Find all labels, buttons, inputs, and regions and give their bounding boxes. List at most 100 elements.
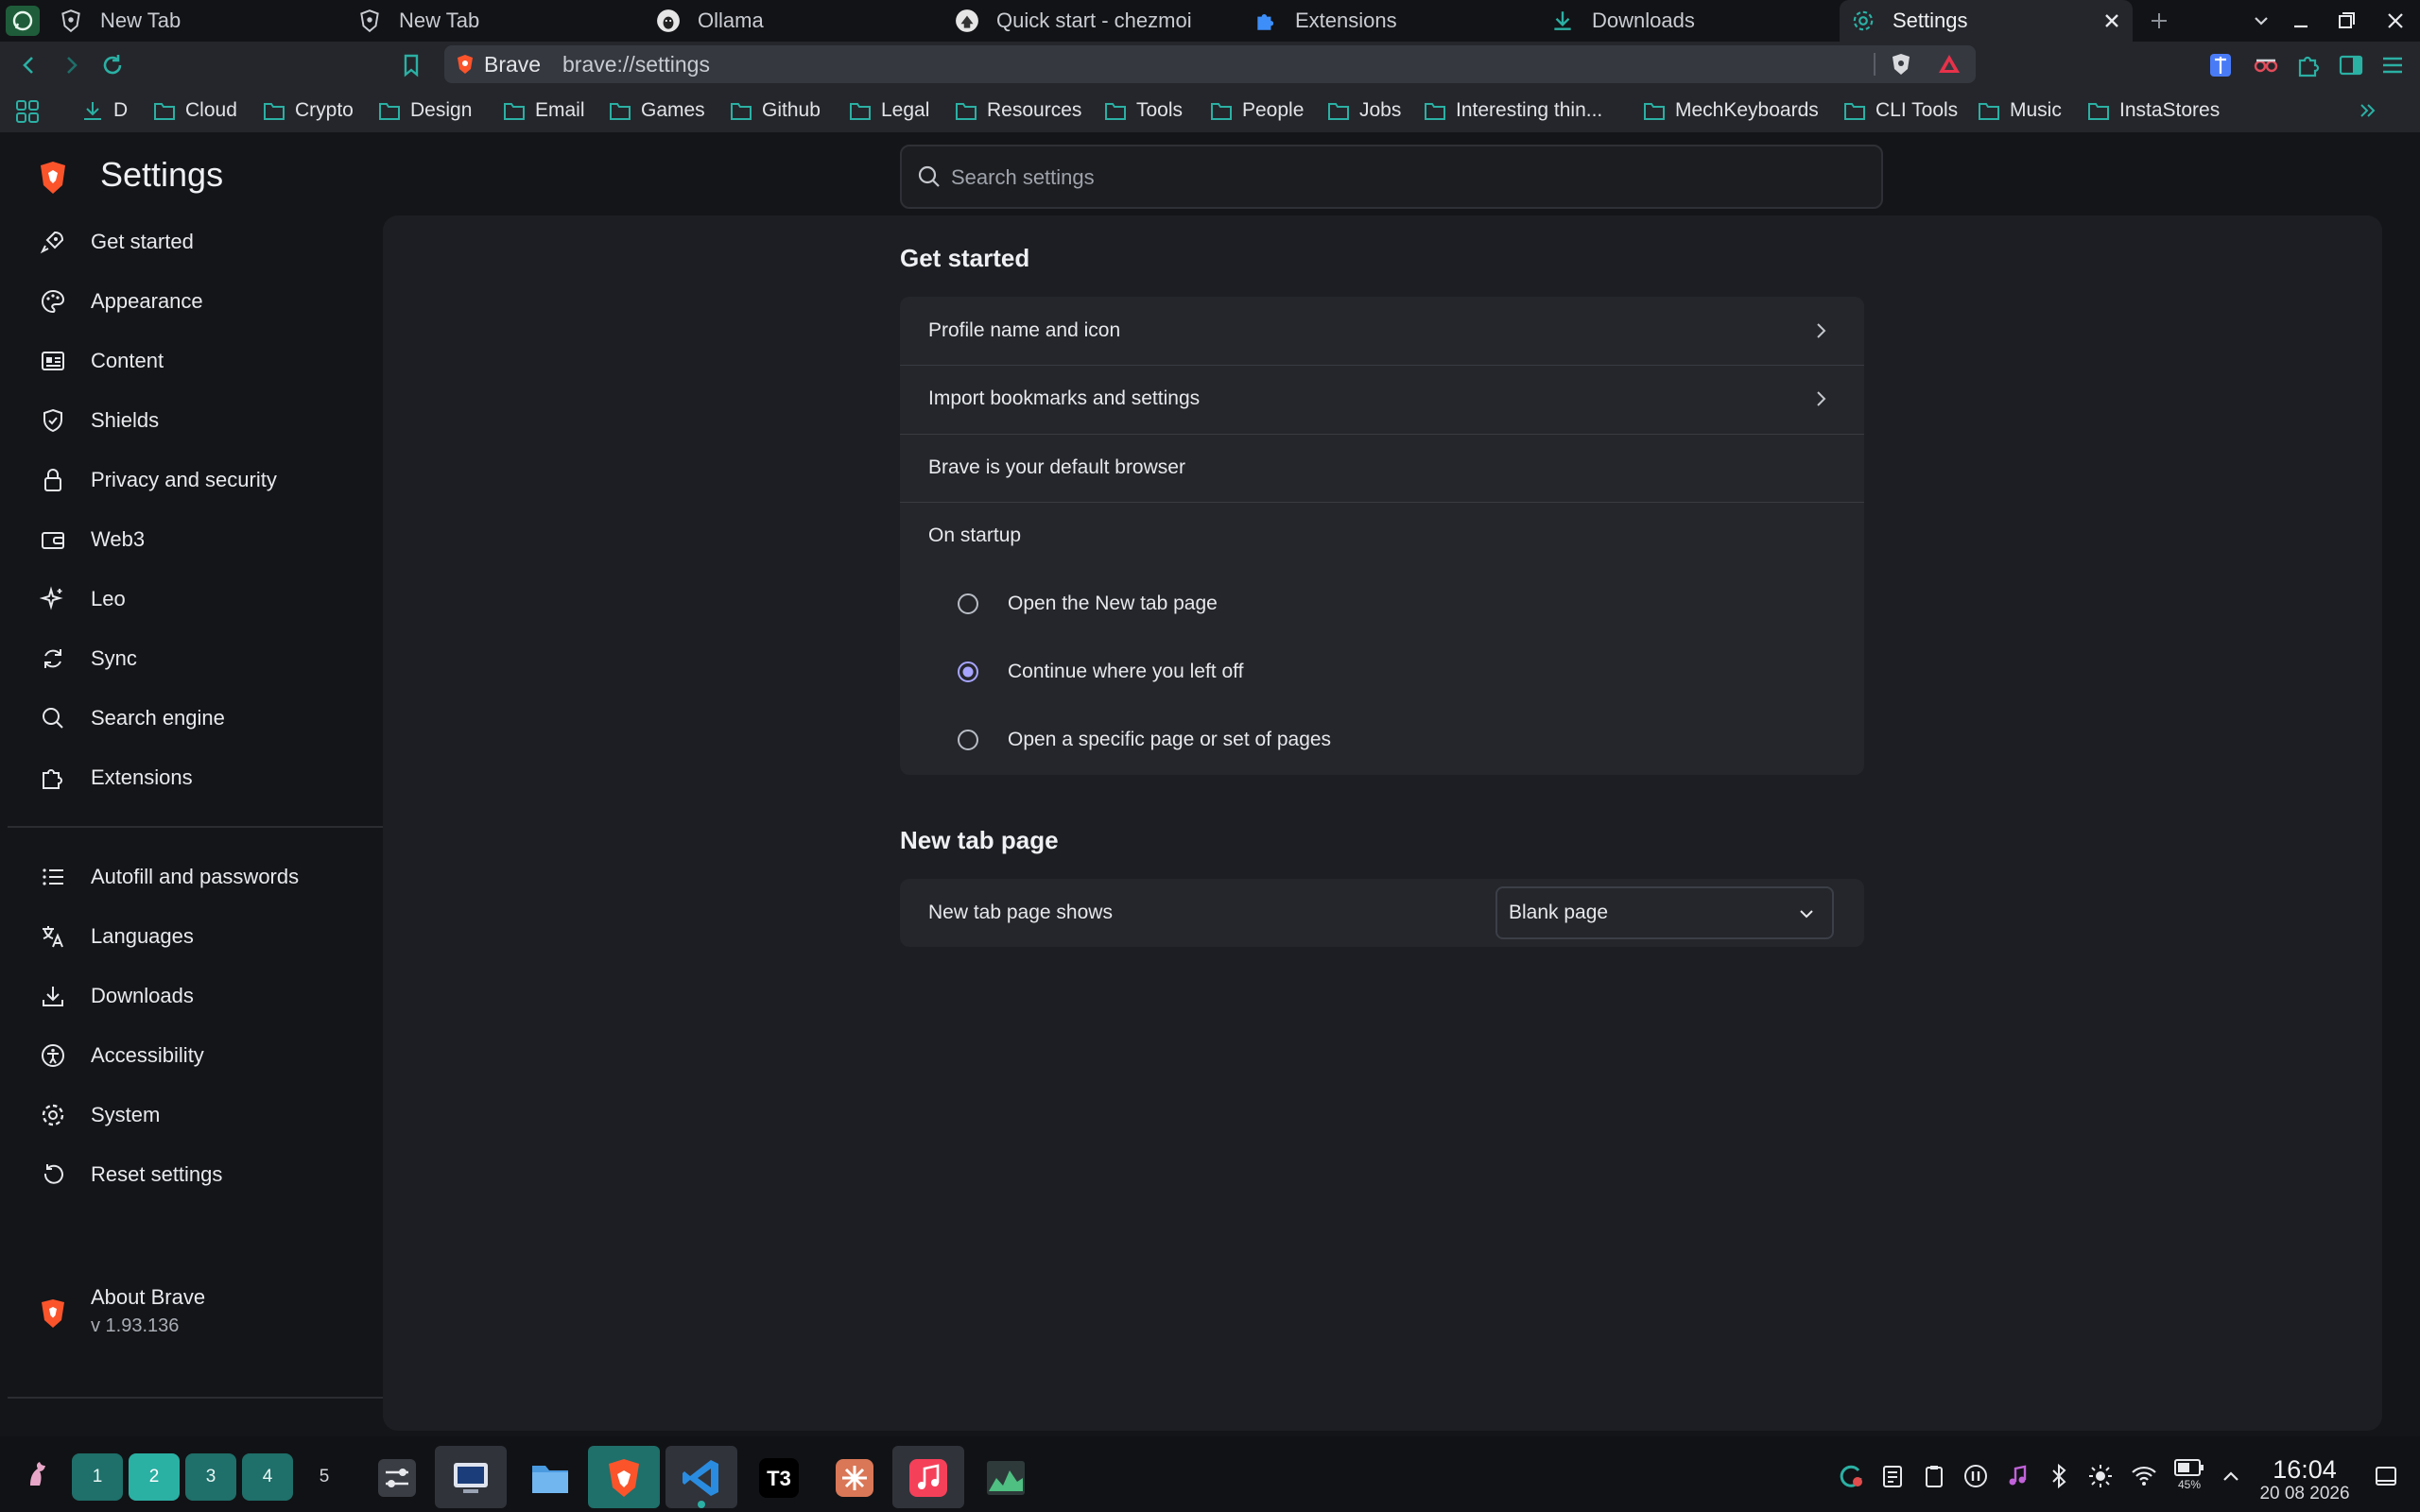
maximize-icon[interactable] bbox=[2333, 8, 2360, 34]
sidebar-item-appearance[interactable]: Appearance bbox=[0, 277, 383, 326]
bookmark-folder[interactable]: InstaStores bbox=[2087, 89, 2220, 132]
sidebar-toggle-icon[interactable] bbox=[2337, 51, 2365, 79]
apps-grid-icon[interactable] bbox=[15, 99, 40, 124]
search-input[interactable] bbox=[949, 146, 1860, 209]
new-tab-button[interactable] bbox=[2146, 8, 2172, 34]
bitwarden-icon[interactable] bbox=[2206, 51, 2235, 79]
tab-chezmoi[interactable]: Quick start - chezmoi bbox=[955, 0, 1238, 42]
tab-settings[interactable]: Settings bbox=[1840, 0, 2133, 42]
sidebar-item-autofill[interactable]: Autofill and passwords bbox=[0, 852, 383, 902]
tab-new-tab-1[interactable]: New Tab bbox=[59, 0, 342, 42]
radio-selected[interactable] bbox=[957, 661, 979, 683]
sidebar-item-get-started[interactable]: Get started bbox=[0, 217, 383, 266]
sidebar-item-downloads[interactable]: Downloads bbox=[0, 971, 383, 1021]
about-brave-link[interactable]: About Brave v 1.93.136 bbox=[0, 1281, 383, 1357]
whatsapp-icon[interactable] bbox=[6, 6, 40, 36]
bluetooth-icon[interactable] bbox=[2046, 1463, 2072, 1489]
menu-icon[interactable] bbox=[2378, 51, 2407, 79]
tab-extensions[interactable]: Extensions bbox=[1253, 0, 1537, 42]
sidebar-item-search-engine[interactable]: Search engine bbox=[0, 694, 383, 743]
sidebar-item-extensions[interactable]: Extensions bbox=[0, 753, 383, 802]
bookmark-folder[interactable]: Crypto bbox=[263, 89, 354, 132]
taskbar-app-brave[interactable] bbox=[588, 1446, 660, 1508]
startup-option-specific-pages[interactable]: Open a specific page or set of pages bbox=[900, 706, 1864, 774]
mask-extension-icon[interactable] bbox=[2252, 51, 2280, 79]
sidebar-item-content[interactable]: Content bbox=[0, 336, 383, 386]
sidebar-item-sync[interactable]: Sync bbox=[0, 634, 383, 683]
more-bookmarks-icon[interactable] bbox=[2358, 100, 2378, 121]
search-settings[interactable] bbox=[900, 145, 1883, 209]
window-close-icon[interactable] bbox=[2382, 8, 2409, 34]
reload-button[interactable] bbox=[98, 51, 127, 79]
tab-search-chevron-icon[interactable] bbox=[2248, 8, 2274, 34]
sidebar-item-accessibility[interactable]: Accessibility bbox=[0, 1031, 383, 1080]
startup-option-continue[interactable]: Continue where you left off bbox=[900, 638, 1864, 706]
new-tab-page-select[interactable]: Blank page bbox=[1495, 886, 1834, 939]
taskbar-app-settings[interactable] bbox=[361, 1446, 433, 1508]
taskbar-app-music[interactable] bbox=[892, 1446, 964, 1508]
bookmark-folder[interactable]: Cloud bbox=[153, 89, 237, 132]
launcher-icon[interactable] bbox=[23, 1459, 53, 1489]
update-icon[interactable] bbox=[1838, 1463, 1864, 1489]
music-note-icon[interactable] bbox=[2004, 1463, 2031, 1489]
notes-icon[interactable] bbox=[1921, 1463, 1947, 1489]
taskbar-app-files[interactable] bbox=[514, 1446, 586, 1508]
bookmark-folder[interactable]: Email bbox=[503, 89, 585, 132]
tab-new-tab-2[interactable]: New Tab bbox=[357, 0, 641, 42]
taskbar-app-claude[interactable] bbox=[819, 1446, 890, 1508]
bookmark-folder[interactable]: MechKeyboards bbox=[1643, 89, 1819, 132]
bookmark-folder[interactable]: Music bbox=[1978, 89, 2062, 132]
brave-rewards-icon[interactable] bbox=[1938, 53, 1961, 76]
profile-row[interactable]: Profile name and icon bbox=[900, 297, 1864, 365]
sidebar-item-languages[interactable]: Languages bbox=[0, 912, 383, 961]
bookmark-folder[interactable]: Design bbox=[378, 89, 472, 132]
close-icon[interactable] bbox=[2100, 9, 2123, 32]
sidebar-item-shields[interactable]: Shields bbox=[0, 396, 383, 445]
sidebar-item-privacy[interactable]: Privacy and security bbox=[0, 455, 383, 505]
workspace-4[interactable]: 4 bbox=[242, 1453, 293, 1501]
brave-shields-icon[interactable] bbox=[1891, 53, 1911, 76]
bookmark-folder[interactable]: Games bbox=[609, 89, 705, 132]
bookmark-folder[interactable]: Github bbox=[730, 89, 821, 132]
import-row[interactable]: Import bookmarks and settings bbox=[900, 365, 1864, 433]
chevron-up-icon[interactable] bbox=[2218, 1463, 2244, 1489]
startup-option-new-tab[interactable]: Open the New tab page bbox=[900, 570, 1864, 638]
sidebar-item-web3[interactable]: Web3 bbox=[0, 515, 383, 564]
workspace-1[interactable]: 1 bbox=[72, 1453, 123, 1501]
bookmark-folder[interactable]: Resources bbox=[955, 89, 1081, 132]
battery-indicator[interactable]: 45% bbox=[2170, 1457, 2208, 1495]
extensions-puzzle-icon[interactable] bbox=[2295, 51, 2324, 79]
clock-time[interactable]: 16:04 bbox=[2257, 1455, 2352, 1485]
pause-icon[interactable] bbox=[1962, 1463, 1989, 1489]
brightness-icon[interactable] bbox=[2087, 1463, 2114, 1489]
tab-downloads[interactable]: Downloads bbox=[1550, 0, 1834, 42]
taskbar-app-display[interactable] bbox=[435, 1446, 507, 1508]
bookmark-folder[interactable]: CLI Tools bbox=[1843, 89, 1958, 132]
taskbar-app-t3[interactable]: T3 bbox=[743, 1446, 815, 1508]
radio-unselected[interactable] bbox=[957, 729, 979, 751]
taskbar-app-vscode[interactable] bbox=[666, 1446, 737, 1508]
minimize-icon[interactable] bbox=[2288, 8, 2314, 34]
taskbar-app-monitor[interactable] bbox=[970, 1446, 1042, 1508]
bookmark-d[interactable]: D bbox=[81, 89, 128, 132]
workspace-3[interactable]: 3 bbox=[185, 1453, 236, 1501]
back-button[interactable] bbox=[15, 51, 43, 79]
url-text[interactable]: brave://settings bbox=[562, 45, 710, 83]
bookmark-folder[interactable]: Tools bbox=[1104, 89, 1183, 132]
bookmark-folder[interactable]: Jobs bbox=[1327, 89, 1401, 132]
sidebar-item-reset[interactable]: Reset settings bbox=[0, 1150, 383, 1199]
workspace-2[interactable]: 2 bbox=[129, 1453, 180, 1501]
bookmark-folder[interactable]: People bbox=[1210, 89, 1304, 132]
sidebar-item-system[interactable]: System bbox=[0, 1091, 383, 1140]
bookmark-folder[interactable]: Legal bbox=[849, 89, 929, 132]
address-bar[interactable]: Brave brave://settings bbox=[444, 45, 1976, 83]
workspace-5[interactable]: 5 bbox=[299, 1453, 350, 1501]
sidebar-item-leo[interactable]: Leo bbox=[0, 575, 383, 624]
notifications-icon[interactable] bbox=[2373, 1463, 2399, 1489]
radio-unselected[interactable] bbox=[957, 593, 979, 615]
bookmark-icon[interactable] bbox=[397, 51, 425, 79]
bookmark-folder[interactable]: Interesting thin... bbox=[1424, 89, 1602, 132]
forward-button[interactable] bbox=[57, 51, 85, 79]
tab-ollama[interactable]: Ollama bbox=[656, 0, 940, 42]
clipboard-icon[interactable] bbox=[1879, 1463, 1906, 1489]
